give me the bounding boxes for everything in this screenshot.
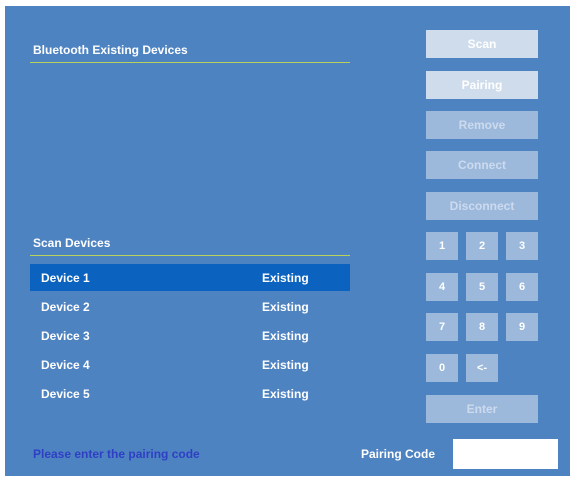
scan-devices-title: Scan Devices: [33, 236, 111, 250]
pairing-code-input[interactable]: [453, 439, 558, 469]
device-row-5[interactable]: Device 5 Existing: [30, 380, 350, 407]
keypad-4-button[interactable]: 4: [426, 273, 458, 301]
pairing-code-label: Pairing Code: [361, 447, 436, 461]
keypad-3-button[interactable]: 3: [506, 232, 538, 260]
device-status: Existing: [262, 358, 309, 372]
device-name: Device 3: [41, 329, 90, 343]
device-row-4[interactable]: Device 4 Existing: [30, 351, 350, 378]
device-row-3[interactable]: Device 3 Existing: [30, 322, 350, 349]
device-row-1[interactable]: Device 1 Existing: [30, 264, 350, 291]
status-message: Please enter the pairing code: [33, 447, 200, 461]
existing-devices-divider: [30, 62, 350, 63]
disconnect-button[interactable]: Disconnect: [426, 192, 538, 220]
bluetooth-panel: Bluetooth Existing Devices Scan Devices …: [5, 6, 570, 476]
keypad-8-button[interactable]: 8: [466, 313, 498, 341]
device-status: Existing: [262, 329, 309, 343]
keypad-5-button[interactable]: 5: [466, 273, 498, 301]
connect-button[interactable]: Connect: [426, 151, 538, 179]
device-status: Existing: [262, 271, 309, 285]
scan-button[interactable]: Scan: [426, 30, 538, 58]
keypad-0-button[interactable]: 0: [426, 354, 458, 382]
remove-button[interactable]: Remove: [426, 111, 538, 139]
keypad-backspace-button[interactable]: <-: [466, 354, 498, 382]
device-status: Existing: [262, 387, 309, 401]
keypad-9-button[interactable]: 9: [506, 313, 538, 341]
pairing-button[interactable]: Pairing: [426, 71, 538, 99]
keypad-7-button[interactable]: 7: [426, 313, 458, 341]
existing-devices-list[interactable]: [30, 66, 350, 226]
existing-devices-title: Bluetooth Existing Devices: [33, 43, 188, 57]
device-status: Existing: [262, 300, 309, 314]
device-row-2[interactable]: Device 2 Existing: [30, 293, 350, 320]
device-name: Device 2: [41, 300, 90, 314]
device-name: Device 1: [41, 271, 90, 285]
device-name: Device 4: [41, 358, 90, 372]
enter-button[interactable]: Enter: [426, 395, 538, 423]
scan-devices-divider: [30, 255, 350, 256]
keypad-1-button[interactable]: 1: [426, 232, 458, 260]
keypad-2-button[interactable]: 2: [466, 232, 498, 260]
keypad-6-button[interactable]: 6: [506, 273, 538, 301]
device-name: Device 5: [41, 387, 90, 401]
